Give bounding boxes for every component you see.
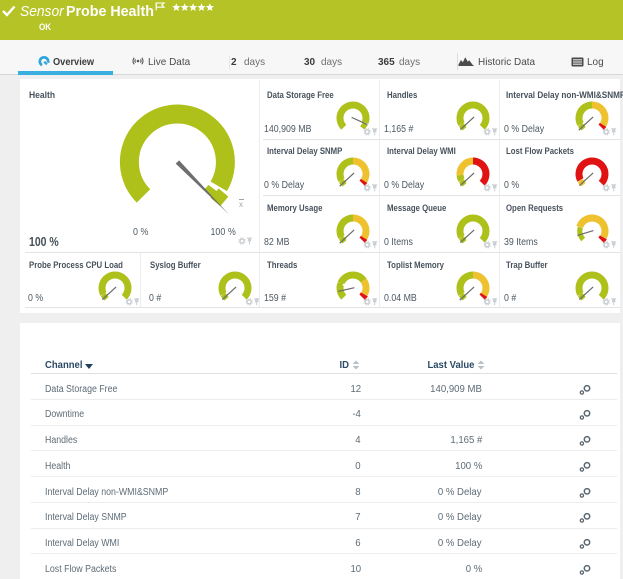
svg-text:x: x (239, 200, 243, 208)
